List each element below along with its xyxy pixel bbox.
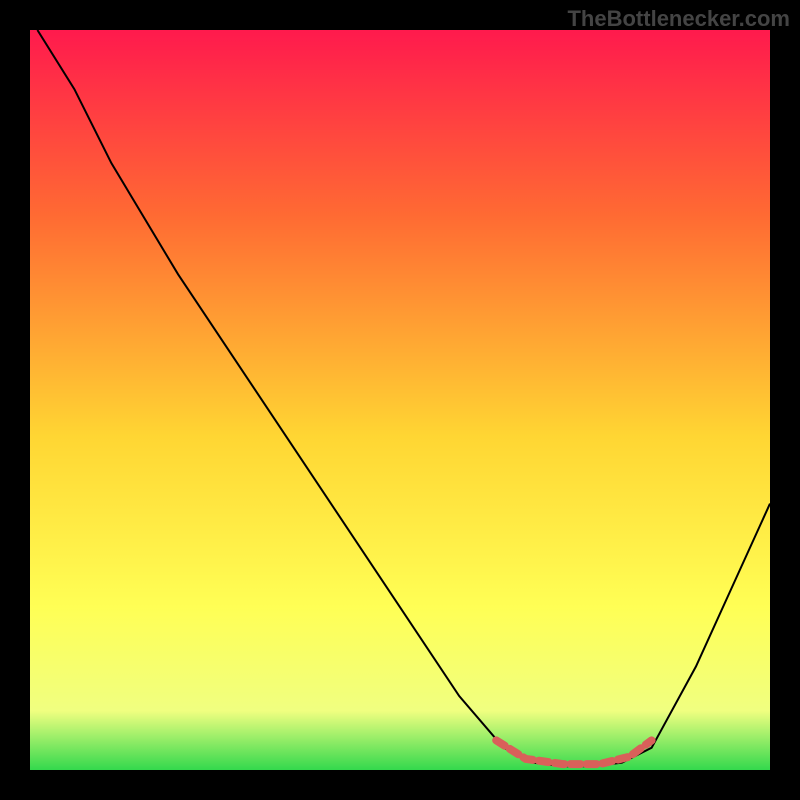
watermark-text: TheBottlenecker.com [567,6,790,32]
chart-svg [30,30,770,770]
chart-plot-area [30,30,770,770]
chart-background [30,30,770,770]
